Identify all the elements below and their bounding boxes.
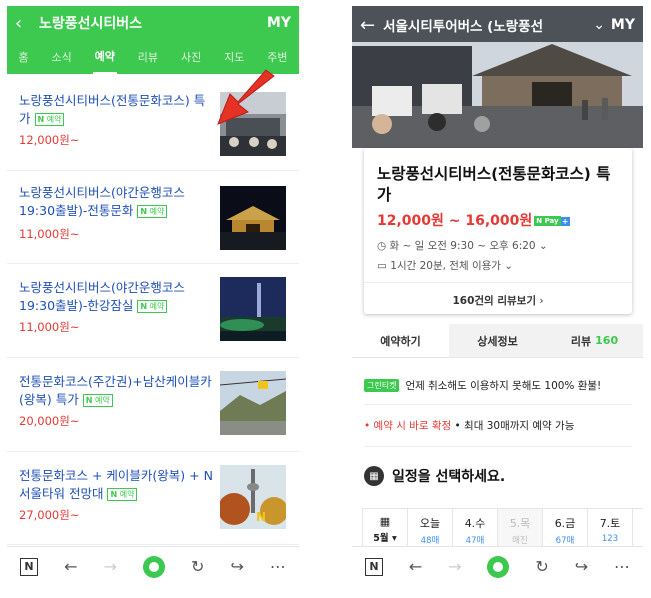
item-thumbnail[interactable]: N (220, 465, 286, 529)
back-icon[interactable]: ‹ (15, 13, 35, 34)
forward-arrow-icon[interactable]: → (104, 557, 117, 576)
calendar-small-icon: ▦ (379, 515, 391, 528)
date-cell[interactable]: 6.금 67매 (543, 509, 588, 551)
more-icon[interactable]: ⋯ (614, 557, 630, 576)
left-screen: ‹ 노랑풍선시티버스 MY 홈 소식 예약 리뷰 사진 지도 주변 노랑풍선시티… (7, 6, 299, 586)
booking-info: • 예약 시 바로 확정 • 최대 30매까지 예약 가능 (364, 420, 575, 432)
more-icon[interactable]: ⋯ (270, 557, 286, 576)
tab-news[interactable]: 소식 (49, 41, 73, 73)
my-button[interactable]: MY (267, 15, 291, 31)
review-link[interactable]: 160건의 리뷰보기 › (364, 282, 632, 308)
chevron-down-icon: ⌄ (535, 240, 548, 252)
list-item[interactable]: 노랑풍선시티버스(야간운행코스19:30출발)-전통문화 N 예약 11,000… (7, 172, 299, 264)
right-header: ← 서울시티투어버스 (노랑풍선 ⌄ MY (352, 6, 643, 44)
bottom-nav: N ← → ↻ ↪ ⋯ (7, 546, 299, 586)
product-name: 노랑풍선시티버스(전통문화코스) 특가 (377, 165, 611, 204)
ticket-icon: ▭ (377, 260, 387, 272)
naver-green-dot-icon[interactable] (487, 555, 510, 578)
tab-photo[interactable]: 사진 (179, 41, 203, 73)
reservation-badge: N 예약 (137, 300, 168, 313)
duration-row[interactable]: ▭ 1시간 20분, 전체 이용가 ⌄ (377, 258, 513, 273)
place-title: 서울시티투어버스 (노랑풍선 (383, 19, 544, 35)
refresh-icon[interactable]: ↻ (535, 557, 548, 576)
back-arrow-icon[interactable]: ← (409, 557, 422, 576)
schedule-heading: ▦ 일정을 선택하세요. (364, 466, 505, 486)
tab-review[interactable]: 리뷰 (136, 41, 160, 73)
clock-icon: ◷ (377, 240, 387, 252)
date-cell-sold-out[interactable]: 5.목 매진 (498, 509, 543, 551)
hours-row[interactable]: ◷ 화 ~ 일 오전 9:30 ~ 오후 6:20 ⌄ (377, 238, 548, 253)
naver-home-icon[interactable]: N (20, 557, 39, 576)
item-price: 27,000원~ (19, 508, 80, 522)
calendar-icon: ▦ (364, 466, 384, 486)
refresh-icon[interactable]: ↻ (191, 557, 204, 576)
bottom-nav: N ← → ↻ ↪ ⋯ (352, 546, 643, 586)
list-item[interactable]: 전통문화코스(주간권)+남산케이블카(왕복) 특가 N 예약 20,000원~ (7, 359, 299, 452)
chevron-down-circle-icon[interactable]: ⌄ (593, 17, 605, 33)
item-price: 11,000원~ (19, 227, 80, 241)
green-ticket-notice: 그린티켓 언제 취소해도 이용하지 못해도 100% 환불! (364, 378, 634, 393)
product-card: 노랑풍선시티버스(전통문화코스) 특가 12,000원 ~ 16,000원 N P… (364, 148, 632, 314)
item-thumbnail[interactable] (220, 277, 286, 341)
tab-detail[interactable]: 상세정보 (449, 324, 546, 357)
left-header: ‹ 노랑풍선시티버스 MY (7, 6, 299, 40)
tab-review[interactable]: 리뷰 160 (546, 324, 643, 357)
share-icon[interactable]: ↪ (575, 557, 588, 576)
item-price: 11,000원~ (19, 320, 80, 334)
product-price: 12,000원 ~ 16,000원 N Pay + (377, 213, 570, 229)
npay-badge: N Pay (534, 216, 561, 226)
red-arrow-icon (217, 69, 275, 125)
list-item[interactable]: 노랑풍선시티버스(야간운행코스 19:30출발)-한강잠실 N 예약 11,00… (7, 265, 299, 358)
back-icon[interactable]: ← (360, 15, 375, 36)
back-arrow-icon[interactable]: ← (64, 557, 77, 576)
booking-tabs: 예약하기 상세정보 리뷰 160 (352, 324, 643, 358)
place-title: 노랑풍선시티버스 (39, 16, 143, 32)
naver-green-dot-icon[interactable] (142, 555, 165, 578)
date-cell[interactable]: 7.토 123 (588, 509, 633, 551)
plus-icon: + (560, 216, 570, 226)
reservation-badge: N 예약 (82, 394, 113, 407)
tab-home[interactable]: 홈 (16, 41, 30, 73)
naver-home-icon[interactable]: N (364, 557, 383, 576)
green-ticket-badge: 그린티켓 (364, 379, 400, 392)
svg-text:N: N (256, 510, 266, 524)
tab-booking[interactable]: 예약 (92, 40, 117, 74)
list-item[interactable]: 전통문화코스 + 케이블카(왕복) + N서울타워 전망대 N 예약 27,00… (7, 453, 299, 545)
tab-book[interactable]: 예약하기 (352, 324, 449, 357)
month-select[interactable]: ▦ 5월 ▾ (363, 509, 408, 551)
item-title[interactable]: 전통문화코스(주간권)+남산케이블카(왕복) 특가 (19, 374, 212, 407)
my-button[interactable]: MY (611, 17, 635, 33)
item-price: 20,000원~ (19, 414, 80, 428)
item-price: 12,000원~ (19, 133, 80, 147)
reservation-badge: N 예약 (137, 205, 168, 218)
right-screen: ← 서울시티투어버스 (노랑풍선 ⌄ MY 노랑풍선시티버스(전통문화코스) 특… (352, 6, 643, 586)
date-cell[interactable]: 오늘 48매 (408, 509, 453, 551)
forward-arrow-icon[interactable]: → (448, 557, 461, 576)
date-cell[interactable]: 4.수 47매 (453, 509, 498, 551)
chevron-down-icon: ⌄ (500, 260, 514, 272)
item-thumbnail[interactable] (220, 186, 286, 250)
share-icon[interactable]: ↪ (230, 557, 243, 576)
reservation-badge: N 예약 (34, 113, 65, 126)
reservation-badge: N 예약 (107, 488, 138, 501)
item-thumbnail[interactable] (220, 371, 286, 435)
